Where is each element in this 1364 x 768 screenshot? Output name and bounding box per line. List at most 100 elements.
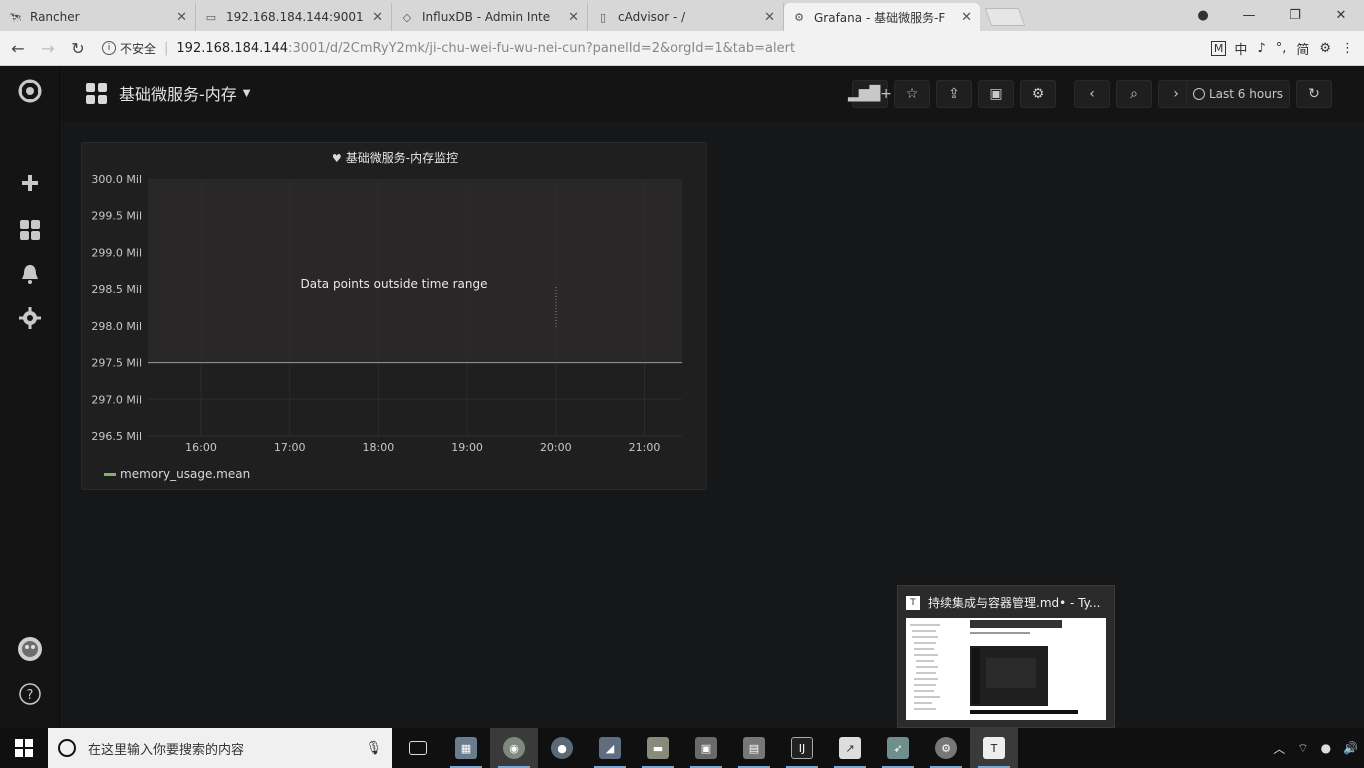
microphone-icon[interactable]: 🎙 bbox=[365, 741, 382, 756]
share-icon: ⇪ bbox=[948, 86, 960, 102]
help-icon[interactable]: ? bbox=[0, 682, 60, 706]
browser-menu-icon[interactable]: ⋮ bbox=[1339, 41, 1356, 56]
y-tick-label: 300.0 Mil bbox=[91, 173, 142, 186]
browser-tab[interactable]: ▯ cAdvisor - / ✕ bbox=[588, 3, 784, 31]
taskbar-app[interactable]: ▣ bbox=[682, 728, 730, 768]
taskbar-app[interactable]: ➶ bbox=[874, 728, 922, 768]
start-button[interactable] bbox=[0, 728, 48, 768]
legend-item[interactable]: memory_usage.mean bbox=[104, 467, 250, 481]
graph-chart[interactable]: 300.0 Mil 299.5 Mil 299.0 Mil 298.5 Mil 298.… bbox=[82, 143, 708, 463]
grafana-logo-icon[interactable] bbox=[0, 76, 60, 106]
time-picker: Last 6 hours ↻ bbox=[1186, 80, 1338, 108]
taskbar-search[interactable]: 在这里输入你要搜索的内容 🎙 bbox=[48, 728, 392, 768]
extension-simplified[interactable]: 简 bbox=[1294, 39, 1311, 58]
dashboards-icon[interactable] bbox=[0, 219, 60, 241]
close-icon[interactable]: ✕ bbox=[568, 10, 579, 25]
wifi-icon[interactable]: ⌔ bbox=[1297, 741, 1308, 756]
x-tick-label: 18:00 bbox=[363, 441, 395, 454]
close-icon[interactable]: ✕ bbox=[961, 10, 972, 25]
create-plus-icon[interactable] bbox=[0, 173, 60, 193]
browser-tab[interactable]: ◇ InfluxDB - Admin Inte ✕ bbox=[392, 3, 588, 31]
globe-icon: ● bbox=[551, 737, 573, 759]
browser-tab-active[interactable]: ⚙ Grafana - 基础微服务-F ✕ bbox=[784, 3, 980, 31]
minimize-button[interactable]: — bbox=[1226, 0, 1272, 31]
close-icon[interactable]: ✕ bbox=[764, 10, 775, 25]
account-icon[interactable]: ● bbox=[1180, 0, 1226, 31]
settings-button[interactable]: ⚙ bbox=[1020, 80, 1056, 108]
chevron-up-icon[interactable]: ︿ bbox=[1273, 740, 1285, 757]
zoom-out-button[interactable]: ⌕ bbox=[1116, 80, 1152, 108]
taskbar-app-chrome[interactable]: ◉ bbox=[490, 728, 538, 768]
maximize-button[interactable]: ❐ bbox=[1272, 0, 1318, 31]
search-placeholder: 在这里输入你要搜索的内容 bbox=[88, 742, 245, 758]
refresh-button[interactable]: ↻ bbox=[1296, 80, 1332, 108]
browser-tab[interactable]: 🐄 Rancher ✕ bbox=[0, 3, 196, 31]
rancher-icon: 🐄 bbox=[8, 10, 22, 24]
url-host[interactable]: 192.168.184.144 bbox=[176, 41, 288, 56]
extension-ime[interactable]: 中 bbox=[1232, 39, 1249, 58]
taskbar-app[interactable]: ◢ bbox=[586, 728, 634, 768]
time-range-label: Last 6 hours bbox=[1209, 87, 1283, 101]
page-icon: ▯ bbox=[599, 10, 607, 24]
chevron-down-icon: ▼ bbox=[242, 87, 251, 99]
alert-threshold-region bbox=[148, 179, 682, 363]
taskbar-app[interactable]: ↗ bbox=[826, 728, 874, 768]
box-app-icon: ▣ bbox=[695, 737, 717, 759]
back-icon[interactable]: ← bbox=[6, 39, 30, 58]
security-indicator[interactable]: i 不安全 bbox=[102, 40, 156, 57]
system-tray: ︿ ⌔ ● 🔊 bbox=[1273, 728, 1358, 768]
dashboard-navbar: 基础微服务-内存 ▼ ▂▆█+ ☆ ⇪ ▣ ⚙ ‹ ⌕ › Last 6 hou… bbox=[60, 66, 1364, 122]
dashboard-actions: ▂▆█+ ☆ ⇪ ▣ ⚙ bbox=[848, 80, 1062, 108]
taskbar-app[interactable]: ▬ bbox=[634, 728, 682, 768]
preview-title-row: T 持续集成与容器管理.md• - Ty... bbox=[906, 594, 1110, 611]
add-panel-button[interactable]: ▂▆█+ bbox=[848, 80, 892, 108]
x-tick-label: 20:00 bbox=[540, 441, 572, 454]
address-bar: ← → ↻ i 不安全 | 192.168.184.144:3001/d/2Cm… bbox=[0, 31, 1364, 66]
folder-icon: ▬ bbox=[647, 737, 669, 759]
save-button[interactable]: ▣ bbox=[978, 80, 1014, 108]
close-window-button[interactable]: ✕ bbox=[1318, 0, 1364, 31]
clock-icon bbox=[1193, 88, 1205, 100]
taskbar-app[interactable]: ⚙ bbox=[922, 728, 970, 768]
task-view-button[interactable] bbox=[394, 728, 442, 768]
dashboard-title-picker[interactable]: 基础微服务-内存 ▼ bbox=[86, 81, 250, 105]
browser-tab[interactable]: ▭ 192.168.184.144:9001 ✕ bbox=[196, 3, 392, 31]
extension-settings[interactable]: ⚙ bbox=[1317, 41, 1333, 56]
extension-m[interactable]: M bbox=[1210, 40, 1227, 56]
taskbar-app[interactable]: IJ bbox=[778, 728, 826, 768]
taskbar-app-typora[interactable]: T bbox=[970, 728, 1018, 768]
time-shift-back-button[interactable]: ‹ bbox=[1074, 80, 1110, 108]
taskbar-window-preview[interactable]: T 持续集成与容器管理.md• - Ty... bbox=[897, 585, 1115, 728]
star-button[interactable]: ☆ bbox=[894, 80, 930, 108]
x-tick-label: 16:00 bbox=[185, 441, 217, 454]
star-icon: ☆ bbox=[905, 86, 919, 102]
share-button[interactable]: ⇪ bbox=[936, 80, 972, 108]
close-icon[interactable]: ✕ bbox=[372, 10, 383, 25]
time-range-button[interactable]: Last 6 hours bbox=[1186, 80, 1290, 108]
divider: | bbox=[164, 40, 169, 56]
close-icon[interactable]: ✕ bbox=[176, 10, 187, 25]
extensions: M 中 ♪ °, 简 ⚙ ⋮ bbox=[1210, 39, 1356, 58]
volume-icon[interactable]: 🔊 bbox=[1343, 741, 1358, 755]
y-tick-label: 297.0 Mil bbox=[91, 393, 142, 406]
taskbar-app[interactable]: ▤ bbox=[730, 728, 778, 768]
new-tab-button[interactable] bbox=[984, 8, 1026, 26]
reload-icon[interactable]: ↻ bbox=[66, 39, 90, 58]
taskbar-app[interactable]: ● bbox=[538, 728, 586, 768]
extension-moon[interactable]: ♪ bbox=[1255, 41, 1267, 56]
graph-panel[interactable]: ♥ 基础微服务-内存监控 300.0 Mil 299.5 Mil 299.0 Mil 2… bbox=[81, 142, 707, 490]
grafana-icon: ⚙ bbox=[794, 10, 804, 24]
alerting-bell-icon[interactable] bbox=[0, 263, 60, 285]
extension-punct[interactable]: °, bbox=[1274, 41, 1289, 56]
user-avatar-icon[interactable] bbox=[0, 636, 60, 662]
legend-label: memory_usage.mean bbox=[120, 467, 251, 481]
configuration-gear-icon[interactable] bbox=[0, 307, 60, 329]
url-path[interactable]: :3001/d/2CmRyY2mk/ji-chu-wei-fu-wu-nei-c… bbox=[288, 41, 795, 56]
refresh-icon: ↻ bbox=[1308, 86, 1320, 102]
taskbar-app[interactable]: ▦ bbox=[442, 728, 490, 768]
forward-icon[interactable]: → bbox=[36, 39, 60, 58]
svg-text:?: ? bbox=[27, 688, 34, 703]
influxdb-icon: ◇ bbox=[402, 10, 412, 24]
y-tick-label: 299.5 Mil bbox=[91, 210, 142, 223]
tray-app-icon[interactable]: ● bbox=[1321, 741, 1331, 755]
